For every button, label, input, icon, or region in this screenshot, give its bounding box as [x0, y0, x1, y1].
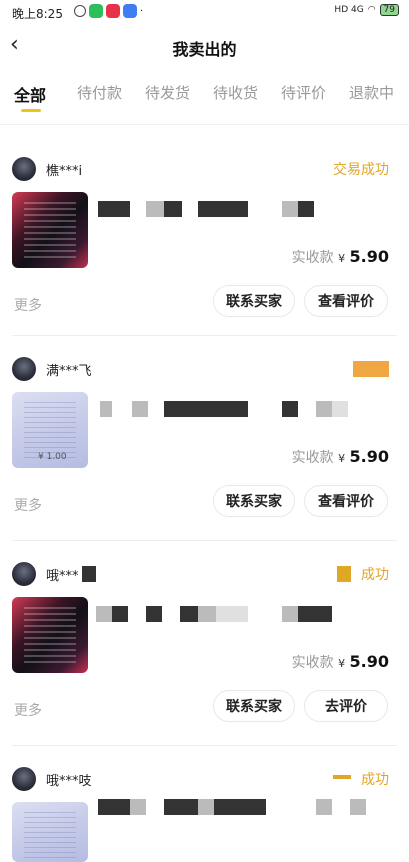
avatar[interactable]	[12, 562, 36, 586]
redacted-title	[198, 799, 214, 815]
redacted-title	[282, 606, 298, 622]
app-blue-icon	[123, 4, 137, 18]
redacted-title	[214, 799, 266, 815]
order-divider	[12, 540, 397, 541]
view-review-button[interactable]: 查看评价	[304, 485, 388, 517]
redacted-title	[132, 401, 148, 417]
paid-amount: 5.90	[349, 247, 389, 266]
redacted-title	[130, 799, 146, 815]
alarm-icon	[74, 5, 86, 17]
redacted-title	[98, 201, 130, 217]
redacted-title	[198, 201, 248, 217]
product-thumbnail[interactable]	[12, 192, 88, 268]
product-thumbnail[interactable]: ¥ 1.00	[12, 392, 88, 468]
currency-symbol: ¥	[338, 657, 346, 670]
paid-amount: 5.90	[349, 652, 389, 671]
buyer-name[interactable]: 哦***吱	[46, 770, 92, 789]
dot-icon: ·	[140, 5, 144, 17]
redacted-title	[146, 606, 162, 622]
tabs-divider	[0, 124, 409, 125]
buyer-name[interactable]: 满***飞	[46, 360, 92, 379]
paid-label: 实收款	[291, 450, 334, 466]
order-status: 交易成功	[333, 162, 389, 178]
avatar[interactable]	[12, 357, 36, 381]
thumbnail-price-text: ¥ 1.00	[38, 452, 67, 462]
amount-received: 实收款 ¥ 5.90	[292, 247, 389, 267]
contact-buyer-button[interactable]: 联系买家	[213, 690, 295, 722]
redacted-title	[282, 401, 298, 417]
tab-to-review[interactable]: 待评价	[281, 82, 326, 103]
redacted-title	[332, 401, 348, 417]
paid-label: 实收款	[291, 655, 334, 671]
system-indicators: HD 4G ◠ 79	[334, 4, 399, 16]
redacted-title	[98, 799, 130, 815]
status-time: 晚上8:25	[12, 7, 63, 21]
tab-to-ship[interactable]: 待发货	[145, 82, 190, 103]
redacted-status	[353, 361, 389, 377]
order-card: 哦*** 成功 实收款 ¥ 5.90 更多 联系买家 去评价	[0, 540, 409, 745]
contact-buyer-button[interactable]: 联系买家	[213, 485, 295, 517]
wechat-icon	[89, 4, 103, 18]
paid-label: 实收款	[291, 250, 334, 266]
order-status: 成功	[361, 567, 389, 583]
redacted-title	[216, 606, 248, 622]
redacted-title	[198, 606, 216, 622]
tab-refunding[interactable]: 退款中	[349, 82, 394, 103]
redacted-name	[82, 566, 96, 582]
more-link[interactable]: 更多	[14, 700, 42, 720]
avatar[interactable]	[12, 157, 36, 181]
view-review-button[interactable]: 查看评价	[304, 285, 388, 317]
app-red-icon	[106, 4, 120, 18]
redacted-title	[100, 401, 112, 417]
redacted-title	[316, 799, 332, 815]
write-review-button[interactable]: 去评价	[304, 690, 388, 722]
redacted-title	[164, 799, 198, 815]
order-status: 成功	[361, 772, 389, 788]
status-bar: 晚上8:25 · HD 4G ◠ 79	[0, 0, 409, 26]
wifi-icon: ◠	[367, 5, 376, 15]
redacted-status	[337, 566, 351, 582]
redacted-title	[164, 401, 248, 417]
product-thumbnail[interactable]	[12, 802, 88, 862]
product-thumbnail[interactable]	[12, 597, 88, 673]
tab-to-receive[interactable]: 待收货	[213, 82, 258, 103]
battery-icon: 79	[379, 4, 399, 16]
redacted-title	[316, 401, 332, 417]
currency-symbol: ¥	[338, 452, 346, 465]
tab-pending-payment[interactable]: 待付款	[77, 82, 122, 103]
notification-icons: ·	[74, 4, 143, 18]
tab-all[interactable]: 全部	[14, 82, 46, 106]
redacted-title	[350, 799, 366, 815]
redacted-title	[146, 201, 164, 217]
contact-buyer-button[interactable]: 联系买家	[213, 285, 295, 317]
order-divider	[12, 335, 397, 336]
more-link[interactable]: 更多	[14, 295, 42, 315]
buyer-name[interactable]: 哦***	[46, 565, 79, 584]
order-divider	[12, 745, 397, 746]
order-card: 满***飞 ¥ 1.00 实收款 ¥ 5.90 更多 联系买家 查看评价	[0, 335, 409, 540]
currency-symbol: ¥	[338, 252, 346, 265]
redacted-title	[298, 606, 332, 622]
paid-amount: 5.90	[349, 447, 389, 466]
tab-active-indicator	[21, 109, 41, 112]
buyer-name[interactable]: 樵***i	[46, 160, 82, 179]
amount-received: 实收款 ¥ 5.90	[292, 447, 389, 467]
order-tabs: 全部 待付款 待发货 待收货 待评价 退款中	[0, 82, 409, 116]
more-link[interactable]: 更多	[14, 495, 42, 515]
amount-received: 实收款 ¥ 5.90	[292, 652, 389, 672]
signal-icon: HD 4G	[334, 5, 364, 15]
redacted-title	[164, 201, 182, 217]
page-title: 我卖出的	[172, 40, 237, 59]
avatar[interactable]	[12, 767, 36, 791]
redacted-title	[112, 606, 128, 622]
redacted-title	[298, 201, 314, 217]
order-card: 哦***吱 成功	[0, 745, 409, 862]
nav-bar: ‹ 我卖出的	[0, 28, 409, 68]
redacted-status	[333, 775, 351, 779]
redacted-title	[282, 201, 298, 217]
redacted-title	[96, 606, 112, 622]
redacted-title	[180, 606, 198, 622]
order-card: 樵***i 交易成功 实收款 ¥ 5.90 更多 联系买家 查看评价	[0, 135, 409, 340]
